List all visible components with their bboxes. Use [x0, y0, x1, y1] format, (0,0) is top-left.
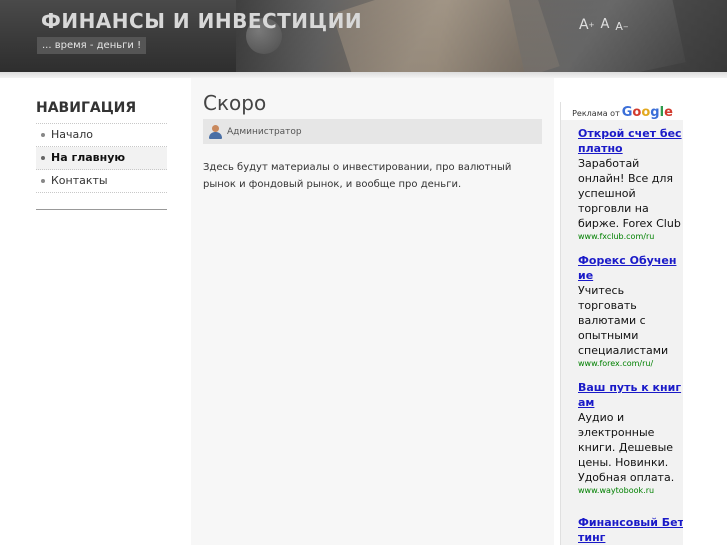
ad-item: Ваш путь к книгам Аудио и электронные кн… [578, 380, 683, 497]
ads-sidebar: Реклама от Google Открой счет бесплатно … [560, 102, 683, 545]
font-normal-button[interactable]: A [600, 16, 609, 36]
article-author: Администратор [227, 126, 302, 137]
nav-item-home[interactable]: Начало [36, 124, 167, 147]
site-header: ФИНАНСЫ И ИНВЕСТИЦИИ ... время - деньги … [0, 0, 727, 72]
ad-text: Аудио и электронные книги. Дешевые цены.… [578, 411, 675, 484]
ad-title-link[interactable]: Открой счет бесплатно [578, 126, 683, 156]
ad-title-link[interactable]: Форекс Обучение [578, 253, 683, 283]
font-increase-button[interactable]: A+ [579, 16, 594, 36]
navigation-list: Начало На главную Контакты [36, 123, 167, 193]
bullet-icon [41, 133, 45, 137]
ad-text: Заработай онлайн! Все для успешной торго… [578, 157, 681, 230]
ad-text: Учитесь торговать валютами с опытными сп… [578, 284, 669, 357]
bullet-icon [41, 179, 45, 183]
google-logo-icon: Google [621, 105, 673, 120]
site-title[interactable]: ФИНАНСЫ И ИНВЕСТИЦИИ [41, 9, 362, 33]
ad-title-link[interactable]: Финансовый Беттинг [578, 515, 683, 545]
ad-item: Финансовый Беттинг [578, 515, 683, 545]
font-size-controls: A+ A A− [579, 16, 629, 36]
ads-header[interactable]: Реклама от Google [561, 102, 683, 120]
bullet-icon [41, 156, 45, 160]
article-title: Скоро [203, 91, 267, 115]
main-content: Скоро Администратор Здесь будут материал… [203, 90, 542, 193]
article-body: Здесь будут материалы о инвестировании, … [203, 162, 512, 190]
nav-item-label: Контакты [51, 174, 108, 187]
site-slogan: ... время - деньги ! [37, 37, 147, 54]
ad-item: Открой счет бесплатно Заработай онлайн! … [578, 126, 683, 243]
nav-item-main-page[interactable]: На главную [36, 147, 167, 170]
article-meta: Администратор [203, 119, 542, 144]
font-decrease-button[interactable]: A− [615, 16, 628, 36]
navigation-divider [36, 209, 167, 210]
ad-title-link[interactable]: Ваш путь к книгам [578, 380, 683, 410]
ad-url-link[interactable]: www.forex.com/ru/ [578, 358, 683, 370]
nav-item-label: На главную [51, 151, 126, 164]
ads-label: Реклама от [572, 109, 620, 118]
ad-url-link[interactable]: www.waytobook.ru [578, 485, 683, 497]
nav-item-label: Начало [51, 128, 94, 141]
navigation-menu: НАВИГАЦИЯ Начало На главную Контакты [36, 99, 167, 193]
nav-item-contacts[interactable]: Контакты [36, 170, 167, 193]
navigation-title: НАВИГАЦИЯ [36, 100, 137, 116]
ad-item: Форекс Обучение Учитесь торговать валюта… [578, 253, 683, 370]
user-icon [208, 124, 222, 139]
ad-url-link[interactable]: www.fxclub.com/ru [578, 231, 683, 243]
